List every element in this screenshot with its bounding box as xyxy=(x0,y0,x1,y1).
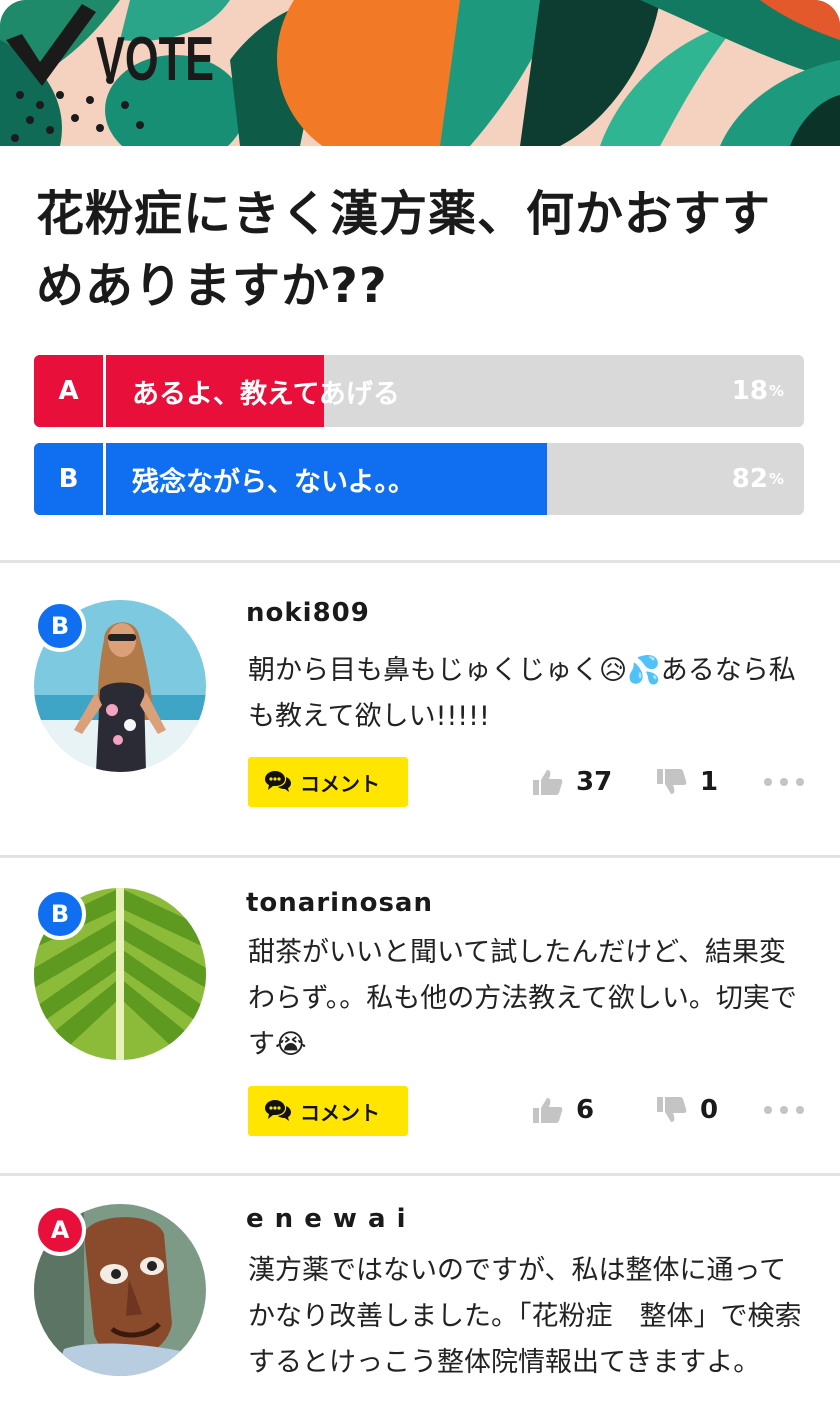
comment-body: 甜茶がいいと聞いて試したんだけど、結果変わらず。。私も他の方法教えて欲しい。切実… xyxy=(248,937,797,1060)
comment-button-label: コメント xyxy=(300,771,380,796)
speech-bubble-icon xyxy=(265,771,291,792)
thumbs-up-icon xyxy=(533,1098,563,1123)
comment-username[interactable]: e n e w a i xyxy=(246,1204,407,1234)
divider xyxy=(0,1173,840,1176)
poll-option-b-letter: B xyxy=(34,443,106,515)
more-dots-icon[interactable] xyxy=(764,772,804,792)
like-button[interactable]: 6 xyxy=(532,1090,594,1130)
comment-username[interactable]: noki809 xyxy=(246,598,370,628)
comment-username[interactable]: tonarinosan xyxy=(246,888,433,918)
divider xyxy=(0,560,840,563)
poll-option-b-label: 残念ながら、ないよ。。 xyxy=(132,466,415,498)
vote-logo-text: VOTE xyxy=(96,25,214,90)
thumbs-down-icon xyxy=(657,1097,687,1122)
like-count: 37 xyxy=(576,767,613,797)
vote-logo: VOTE xyxy=(6,4,214,90)
thumbs-up-icon xyxy=(533,770,563,795)
poll-option-b-percent: 82% xyxy=(731,464,784,494)
dislike-count: 0 xyxy=(700,1095,719,1125)
thumbs-down-icon xyxy=(657,769,687,794)
poll-option-a[interactable]: A あるよ、教えてあげる 18% xyxy=(34,355,804,427)
dislike-count: 1 xyxy=(700,767,719,797)
divider xyxy=(0,855,840,858)
comment-body: 朝から目も鼻もじゅくじゅく😥💦あるなら私も教えて欲しい!!!!! xyxy=(248,655,796,732)
dislike-button[interactable]: 0 xyxy=(656,1090,718,1130)
dislike-button[interactable]: 1 xyxy=(656,762,718,802)
speech-bubble-icon xyxy=(265,1100,291,1121)
question-title: 花粉症にきく漢方薬、何かおすすめありますか?? xyxy=(36,186,772,314)
poll-option-a-label: あるよ、教えてあげる xyxy=(132,378,400,410)
like-button[interactable]: 37 xyxy=(532,762,612,802)
more-dots-icon[interactable] xyxy=(764,1100,804,1120)
comment-button[interactable]: コメント xyxy=(248,757,408,807)
choice-badge-b: B xyxy=(34,888,86,940)
like-count: 6 xyxy=(576,1095,595,1125)
poll-option-b[interactable]: B 残念ながら、ないよ。。 82% xyxy=(34,443,804,515)
comment-button-label: コメント xyxy=(300,1100,380,1125)
poll-option-a-letter: A xyxy=(34,355,106,427)
comment-button[interactable]: コメント xyxy=(248,1086,408,1136)
choice-badge-b: B xyxy=(34,600,86,652)
choice-badge-a: A xyxy=(34,1204,86,1256)
poll-option-a-percent: 18% xyxy=(731,376,784,406)
comment-body: 漢方薬ではないのですが、私は整体に通ってかなり改善しました。「花粉症 整体」で検… xyxy=(248,1255,802,1378)
vote-banner: VOTE xyxy=(0,0,840,146)
